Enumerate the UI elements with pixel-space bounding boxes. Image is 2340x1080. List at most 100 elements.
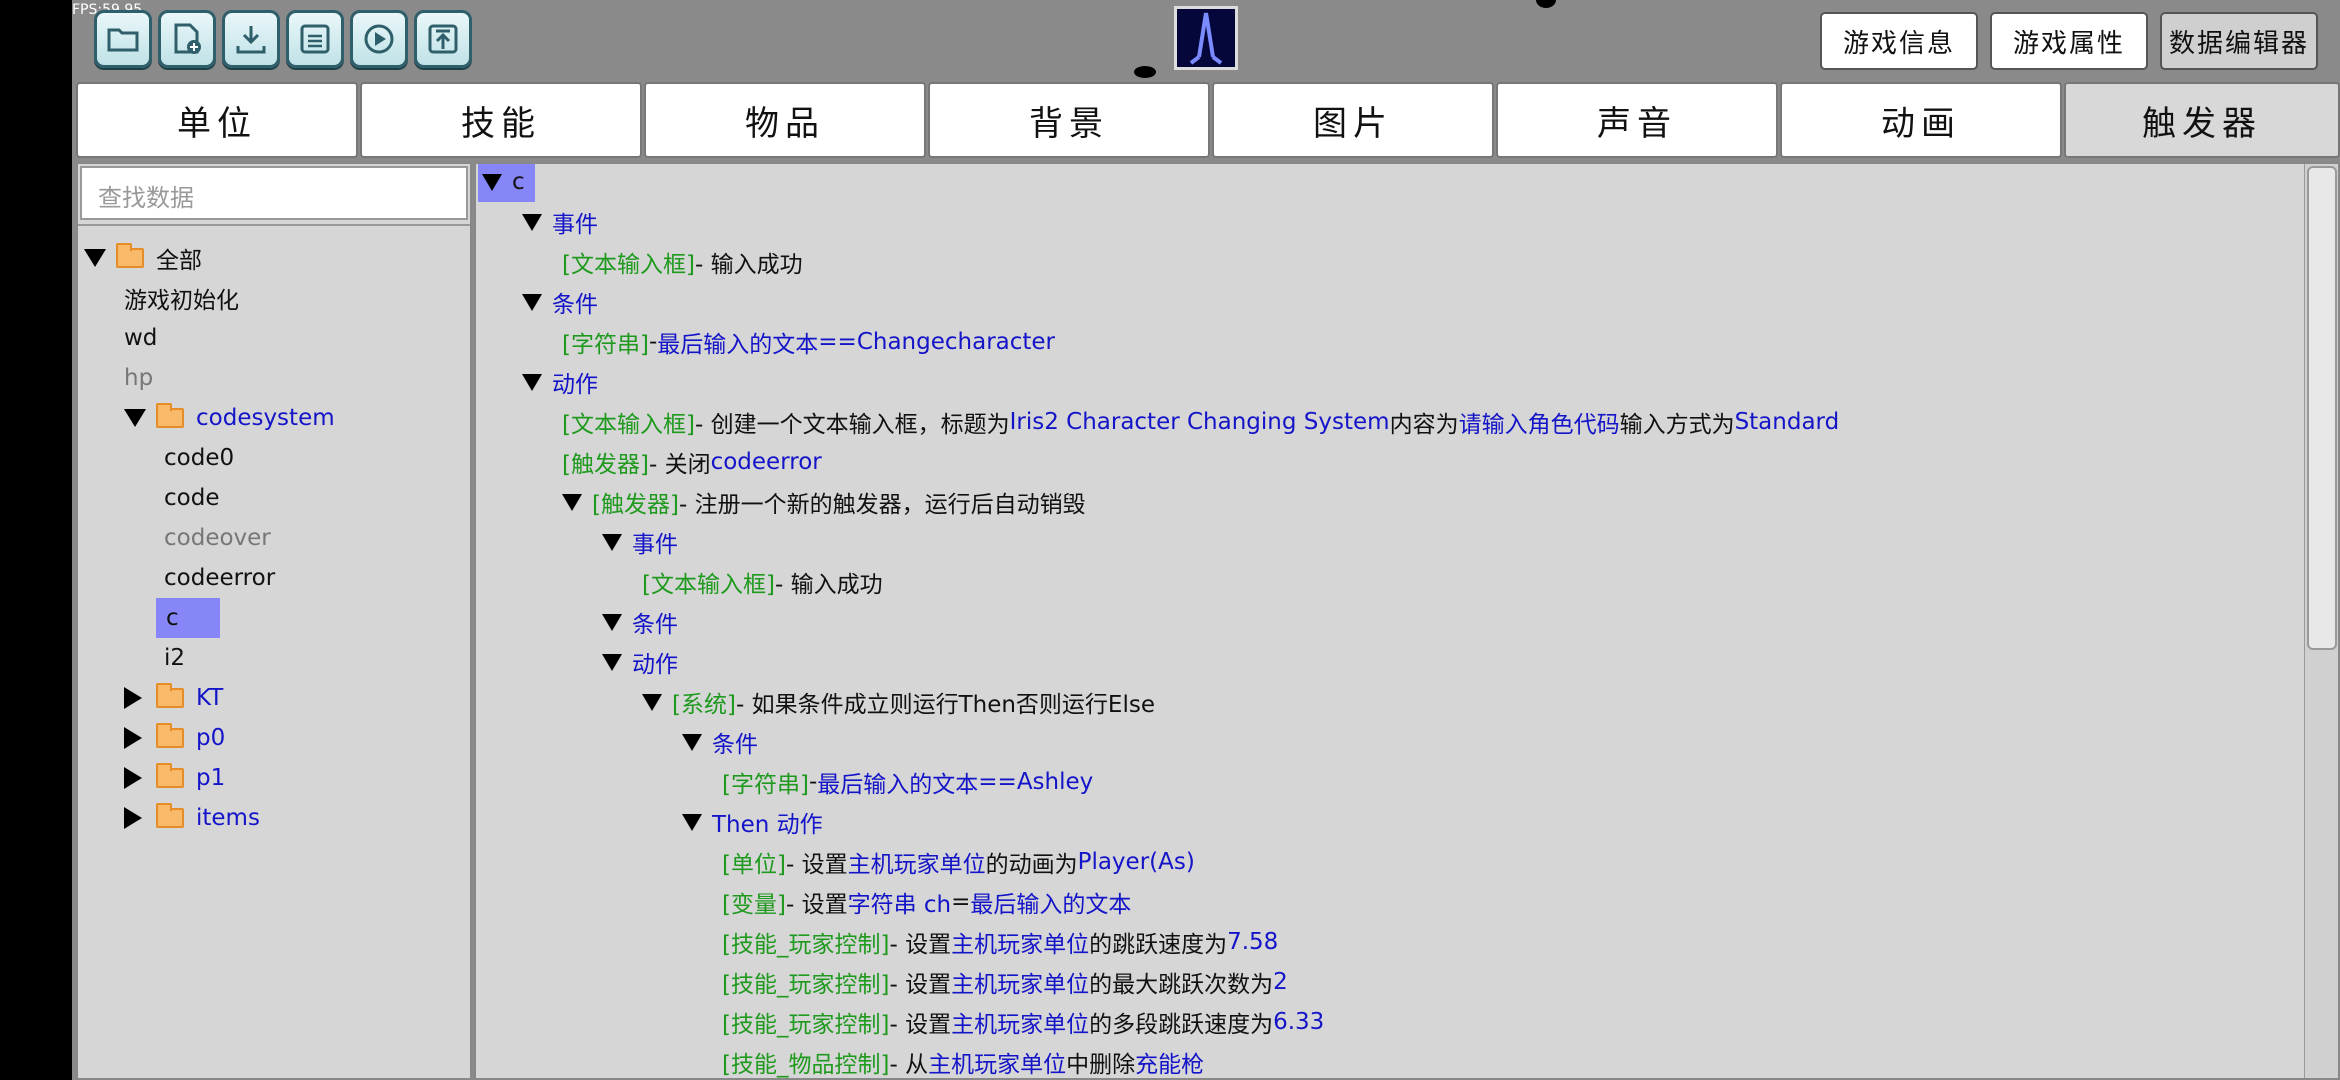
tree-folder-codesystem[interactable]: codesystem: [124, 398, 335, 438]
import-icon[interactable]: [222, 10, 280, 68]
tree-item-hp[interactable]: hp: [124, 358, 153, 398]
tree-folder-kt[interactable]: KT: [124, 678, 223, 718]
search-input[interactable]: 查找数据: [80, 166, 468, 220]
condition-row[interactable]: [字符串] - 最后输入的文本 == Changecharacter: [562, 322, 1055, 362]
collapse-arrow-icon[interactable]: [682, 813, 702, 831]
new-file-icon[interactable]: [158, 10, 216, 68]
row-text: 中删除: [1066, 1052, 1136, 1078]
tab-item[interactable]: 物品: [644, 82, 926, 158]
tab-image[interactable]: 图片: [1212, 82, 1494, 158]
tree-item-i2[interactable]: i2: [164, 638, 185, 678]
tree-item-code0[interactable]: code0: [164, 438, 234, 478]
row-text: - 关闭: [648, 452, 711, 478]
collapse-arrow-icon[interactable]: [682, 733, 702, 751]
condition-section[interactable]: 条件: [522, 282, 598, 322]
then-action-row[interactable]: [技能_物品控制] - 从 主机玩家单位 中删除 充能枪: [722, 1042, 1204, 1078]
tree-folder-p0[interactable]: p0: [124, 718, 225, 758]
tree-item-codeerror[interactable]: codeerror: [164, 558, 275, 598]
then-action-row[interactable]: [技能_玩家控制] - 设置 主机玩家单位 的多段跳跃速度为 6.33: [722, 1002, 1324, 1042]
then-action-row[interactable]: [单位] - 设置 主机玩家单位 的动画为 Player(As): [722, 842, 1195, 882]
tree-item-c-selected[interactable]: c: [156, 598, 220, 638]
category-tag: [技能_玩家控制]: [722, 972, 890, 998]
tree-item-code[interactable]: code: [164, 478, 219, 518]
collapse-arrow-icon[interactable]: [602, 653, 622, 671]
tree-folder-all[interactable]: 全部: [84, 238, 202, 278]
action-section[interactable]: 动作: [522, 362, 598, 402]
row-text: - 创建一个文本输入框，标题为: [694, 412, 1010, 438]
category-tag: [技能_玩家控制]: [722, 1012, 890, 1038]
unit-ref: 主机玩家单位: [951, 1012, 1090, 1038]
tab-animation[interactable]: 动画: [1780, 82, 2062, 158]
tree-item-wd[interactable]: wd: [124, 318, 157, 358]
data-editor-button[interactable]: 数据编辑器: [2160, 12, 2318, 70]
operator: =: [951, 889, 971, 915]
category-tag: [变量]: [722, 892, 786, 918]
collapse-arrow-icon[interactable]: [522, 293, 542, 311]
nested-action-section[interactable]: 动作: [602, 642, 678, 682]
collapse-arrow-icon[interactable]: [602, 533, 622, 551]
category-tag: [单位]: [722, 852, 786, 878]
folder-icon: [156, 763, 184, 788]
collapse-arrow-icon[interactable]: [602, 613, 622, 631]
tab-unit[interactable]: 单位: [76, 82, 358, 158]
value-ref: 请输入角色代码: [1458, 412, 1620, 438]
collapse-arrow-icon[interactable]: [522, 373, 542, 391]
scrollbar-thumb[interactable]: [2307, 166, 2337, 650]
then-action-section[interactable]: Then 动作: [682, 802, 823, 842]
unit-ref: 主机玩家单位: [847, 852, 986, 878]
open-folder-icon[interactable]: [94, 10, 152, 68]
expand-arrow-icon[interactable]: [124, 727, 142, 749]
event-row[interactable]: [文本输入框] - 输入成功: [562, 242, 803, 282]
tree-item-game-init[interactable]: 游戏初始化: [124, 278, 239, 318]
nested-trigger-row[interactable]: [触发器] - 注册一个新的触发器，运行后自动销毁: [562, 482, 1086, 522]
section-label: Then 动作: [712, 812, 823, 838]
row-text: - 设置: [889, 932, 952, 958]
tab-sound[interactable]: 声音: [1496, 82, 1778, 158]
variable-ref: 最后输入的文本: [657, 332, 819, 358]
tree-folder-p1[interactable]: p1: [124, 758, 225, 798]
then-action-row[interactable]: [变量] - 设置 字符串 ch = 最后输入的文本: [722, 882, 1131, 922]
game-properties-button[interactable]: 游戏属性: [1990, 12, 2148, 70]
expand-arrow-icon[interactable]: [124, 687, 142, 709]
game-preview-thumbnail[interactable]: [1174, 6, 1238, 70]
nested-event-row[interactable]: [文本输入框] - 输入成功: [642, 562, 883, 602]
collapse-arrow-icon[interactable]: [522, 213, 542, 231]
tab-skill[interactable]: 技能: [360, 82, 642, 158]
trigger-root-row[interactable]: c: [478, 164, 535, 202]
folder-icon: [156, 683, 184, 708]
nested-event-section[interactable]: 事件: [602, 522, 678, 562]
collapse-arrow-icon[interactable]: [482, 173, 502, 191]
tree-folder-items[interactable]: items: [124, 798, 260, 838]
row-text: - 如果条件成立则运行Then否则运行Else: [735, 692, 1155, 718]
then-action-row[interactable]: [技能_玩家控制] - 设置 主机玩家单位 的最大跳跃次数为 2: [722, 962, 1288, 1002]
expand-arrow-icon[interactable]: [124, 767, 142, 789]
nested-condition-section[interactable]: 条件: [602, 602, 678, 642]
if-condition-section[interactable]: 条件: [682, 722, 758, 762]
collapse-arrow-icon[interactable]: [642, 693, 662, 711]
tree-label: p1: [196, 765, 226, 791]
save-icon[interactable]: [286, 10, 344, 68]
event-section[interactable]: 事件: [522, 202, 598, 242]
game-info-button[interactable]: 游戏信息: [1820, 12, 1978, 70]
value-ref: Iris2 Character Changing System: [1009, 409, 1390, 435]
editor-scrollbar[interactable]: [2304, 164, 2338, 1078]
if-condition-row[interactable]: [字符串] - 最后输入的文本 == Ashley: [722, 762, 1093, 802]
tree-item-codeover[interactable]: codeover: [164, 518, 271, 558]
then-action-row[interactable]: [技能_玩家控制] - 设置 主机玩家单位 的跳跃速度为 7.58: [722, 922, 1278, 962]
collapse-arrow-icon[interactable]: [84, 249, 106, 267]
if-then-else-row[interactable]: [系统] - 如果条件成立则运行Then否则运行Else: [642, 682, 1155, 722]
row-text: -: [808, 769, 818, 795]
section-label: 事件: [552, 212, 598, 238]
tab-trigger[interactable]: 触发器: [2064, 82, 2340, 158]
category-tag: [触发器]: [592, 492, 679, 518]
row-text: - 设置: [785, 852, 848, 878]
action-row[interactable]: [触发器] - 关闭 codeerror: [562, 442, 822, 482]
expand-arrow-icon[interactable]: [124, 807, 142, 829]
action-row[interactable]: [文本输入框] - 创建一个文本输入框，标题为 Iris2 Character …: [562, 402, 1839, 442]
export-icon[interactable]: [414, 10, 472, 68]
collapse-arrow-icon[interactable]: [124, 409, 146, 427]
play-icon[interactable]: [350, 10, 408, 68]
value-ref: Player(As): [1077, 849, 1195, 875]
collapse-arrow-icon[interactable]: [562, 493, 582, 511]
tab-background[interactable]: 背景: [928, 82, 1210, 158]
